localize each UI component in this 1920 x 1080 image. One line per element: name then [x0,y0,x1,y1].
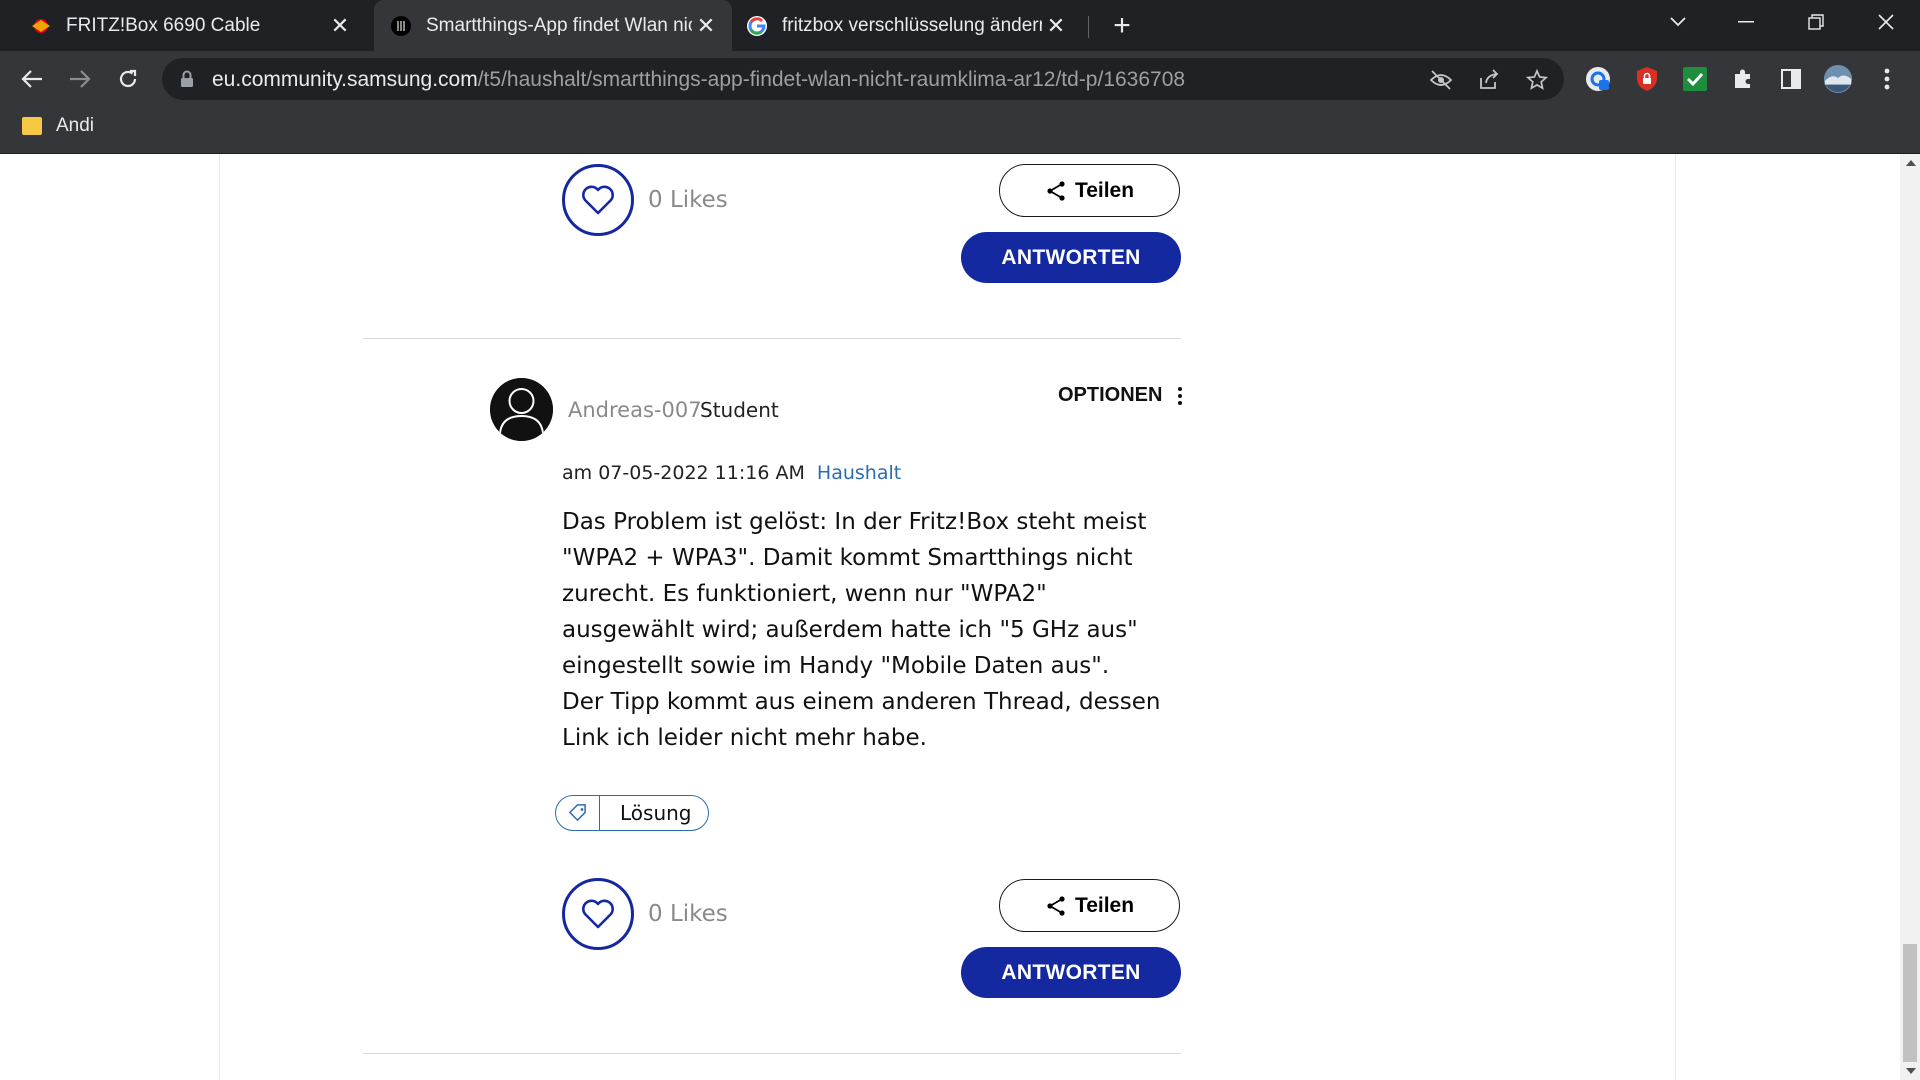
post-divider [363,338,1181,339]
browser-toolbar: eu.community.samsung.com/t5/haushalt/sma… [0,51,1920,105]
samsung-community-icon [390,15,412,37]
lock-icon[interactable] [180,70,194,93]
tab-search-icon[interactable] [1648,0,1708,44]
page-scrollbar[interactable] [1900,154,1920,1080]
post-body: Das Problem ist gelöst: In der Fritz!Box… [562,504,1184,756]
post-body-paragraph: Der Tipp kommt aus einem anderen Thread,… [562,689,1161,751]
post-date: 07-05-2022 [598,462,709,484]
user-avatar-icon [490,378,553,441]
options-menu-button[interactable]: OPTIONEN [1058,384,1183,407]
scroll-up-arrow-icon[interactable] [1906,160,1916,166]
share-label: Teilen [1074,893,1135,917]
post-time: 11:16 AM [714,462,805,484]
like-button[interactable] [562,164,634,236]
close-icon[interactable]: ✕ [692,12,720,40]
post-meta: am 07-05-2022 11:16 AM Haushalt [562,462,901,484]
share-icon [1047,895,1065,916]
new-tab-icon[interactable]: + [1106,9,1138,42]
minimize-icon[interactable] [1716,0,1776,44]
label-tag-losung[interactable]: Lösung [555,795,709,831]
more-vertical-icon [1178,386,1183,405]
author-rank: Student [700,398,779,422]
eye-off-icon[interactable] [1428,67,1454,93]
tab-strip: FRITZ!Box 6690 Cable ✕ Smartthings-App f… [0,0,1920,51]
scroll-thumb[interactable] [1903,944,1917,1062]
reload-icon[interactable] [110,61,146,97]
tag-icon [556,796,600,830]
extension-google-icon[interactable] [1583,64,1613,94]
options-label: OPTIONEN [1058,384,1163,406]
forward-icon[interactable] [62,61,98,97]
heart-icon [582,899,614,929]
board-link[interactable]: Haushalt [817,462,901,484]
bookmarks-bar: Andi [0,105,1920,154]
tab-separator [1088,16,1089,38]
avatar[interactable] [490,378,553,441]
tag-label: Lösung [620,801,692,825]
extension-shield-icon[interactable] [1632,64,1662,94]
post-divider [363,1053,1181,1054]
url-host: eu.community.samsung.com [212,68,478,91]
address-bar[interactable]: eu.community.samsung.com/t5/haushalt/sma… [162,58,1564,100]
share-button[interactable]: Teilen [999,879,1180,932]
bookmark-folder-andi[interactable]: Andi [22,115,94,137]
fritzbox-icon [30,15,52,37]
profile-avatar-icon[interactable] [1823,64,1853,94]
close-icon[interactable]: ✕ [1042,12,1070,40]
bookmark-star-icon[interactable] [1524,67,1550,93]
share-label: Teilen [1074,178,1135,202]
bookmark-label: Andi [56,115,95,136]
tab-title: Smartthings-App findet Wlan nicht [426,14,692,36]
tab-fritzbox[interactable]: FRITZ!Box 6690 Cable ✕ [16,0,366,51]
likes-count: 0 Likes [648,187,728,213]
scroll-down-arrow-icon[interactable] [1906,1068,1916,1074]
folder-icon [22,117,42,135]
close-window-icon[interactable] [1856,0,1916,44]
close-icon[interactable]: ✕ [326,12,354,40]
tab-title: FRITZ!Box 6690 Cable [66,14,261,36]
reply-button[interactable]: ANTWORTEN [961,232,1181,283]
tab-google-search[interactable]: fritzbox verschlüsselung ändern - ✕ [732,0,1082,51]
likes-count: 0 Likes [648,901,728,927]
share-page-icon[interactable] [1476,67,1502,93]
menu-kebab-icon[interactable] [1872,64,1902,94]
tab-title: fritzbox verschlüsselung ändern - [782,14,1042,36]
restore-icon[interactable] [1786,0,1846,44]
extensions-puzzle-icon[interactable] [1728,64,1758,94]
extension-check-icon[interactable] [1680,64,1710,94]
post-body-paragraph: Das Problem ist gelöst: In der Fritz!Box… [562,509,1147,679]
url-text: eu.community.samsung.com/t5/haushalt/sma… [212,68,1185,92]
google-icon [746,15,768,37]
back-icon[interactable] [14,61,50,97]
side-panel-icon[interactable] [1776,64,1806,94]
heart-icon [582,185,614,215]
page-viewport: 0 Likes Teilen ANTWORTEN Andreas-007 Stu… [0,154,1920,1080]
date-prefix: am [562,462,593,484]
reply-button[interactable]: ANTWORTEN [961,947,1181,998]
url-path: /t5/haushalt/smartthings-app-findet-wlan… [477,68,1186,91]
share-button[interactable]: Teilen [999,164,1180,217]
share-icon [1047,180,1065,201]
like-button[interactable] [562,878,634,950]
tab-smartthings[interactable]: Smartthings-App findet Wlan nicht ✕ [374,0,732,51]
author-name-link[interactable]: Andreas-007 [568,398,702,422]
